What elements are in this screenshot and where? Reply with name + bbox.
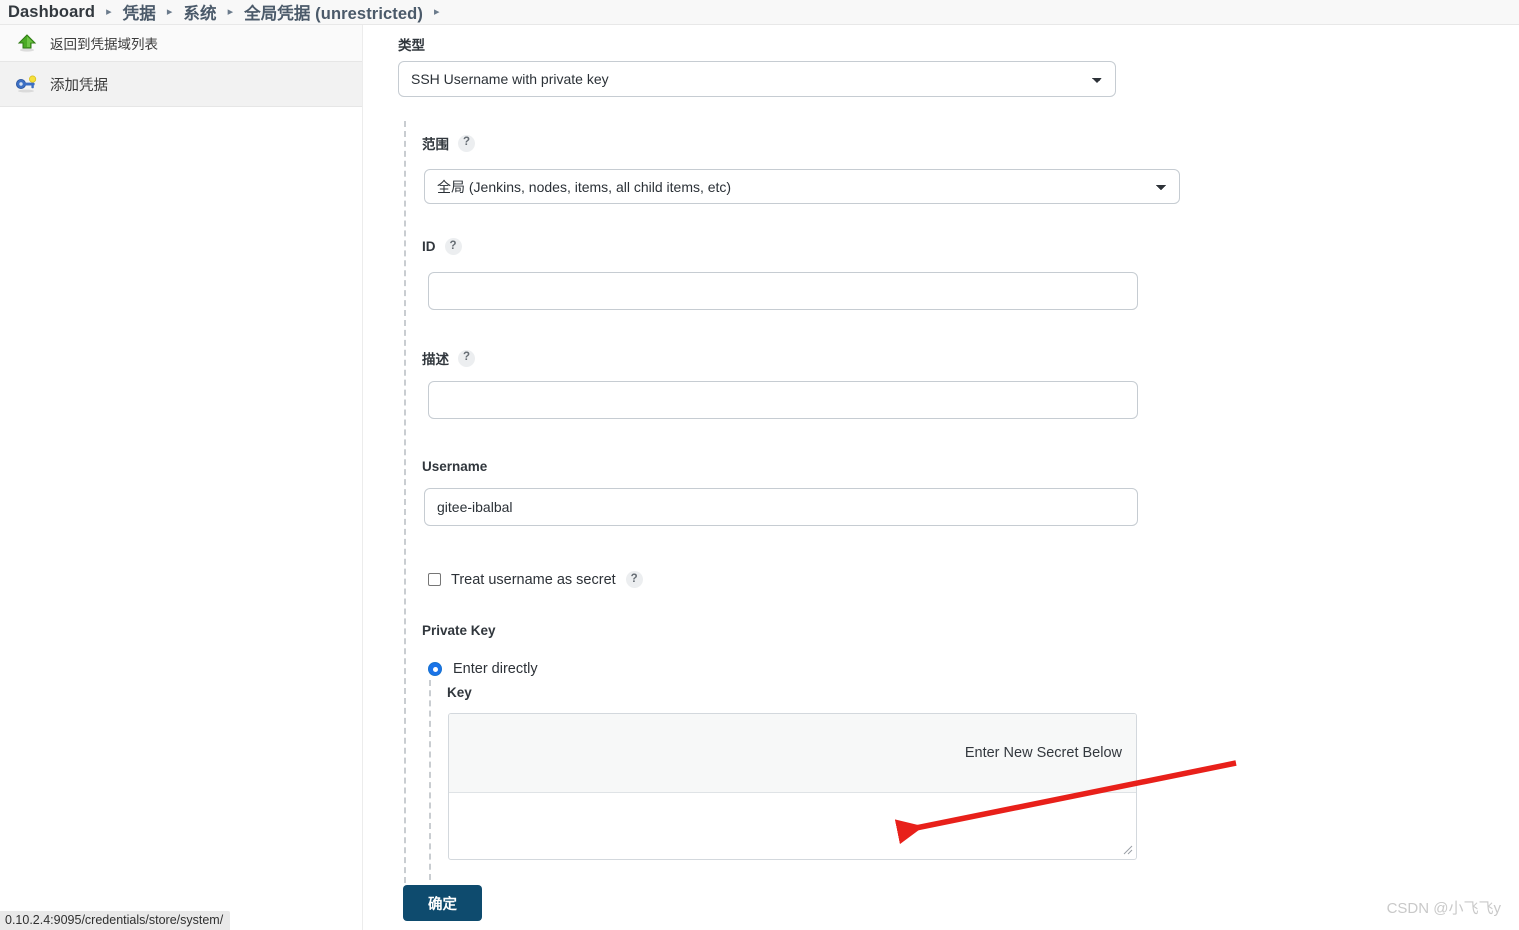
status-bar-url: 0.10.2.4:9095/credentials/store/system/ bbox=[5, 913, 224, 927]
treat-username-as-secret-checkbox[interactable] bbox=[428, 573, 441, 586]
scope-select[interactable]: 全局 (Jenkins, nodes, items, all child ite… bbox=[424, 169, 1180, 204]
submit-button[interactable]: 确定 bbox=[403, 885, 482, 921]
treat-username-as-secret-help-icon[interactable]: ? bbox=[625, 571, 643, 588]
scope-label: 范围 bbox=[422, 137, 449, 152]
type-label: 类型 bbox=[398, 38, 425, 53]
up-arrow-icon bbox=[14, 32, 40, 54]
enter-directly-label: Enter directly bbox=[453, 661, 538, 677]
username-label: Username bbox=[422, 459, 488, 474]
field-id: ID ? bbox=[422, 238, 1202, 310]
breadcrumb-item-global-credentials[interactable]: 全局凭据 (unrestricted) bbox=[244, 0, 423, 24]
key-secret-banner: Enter New Secret Below bbox=[449, 714, 1136, 793]
description-label: 描述 bbox=[422, 352, 449, 367]
radio-dot-icon bbox=[432, 666, 438, 672]
key-icon bbox=[14, 73, 40, 95]
key-textarea-wrapper bbox=[449, 793, 1136, 857]
key-label: Key bbox=[447, 685, 472, 700]
breadcrumb-item-credentials[interactable]: 凭据 bbox=[123, 0, 156, 24]
field-scope: 范围 ? 全局 (Jenkins, nodes, items, all chil… bbox=[422, 133, 1202, 204]
breadcrumb-separator-icon: ▸ bbox=[106, 5, 112, 18]
treat-username-as-secret-row[interactable]: Treat username as secret ? bbox=[428, 571, 643, 588]
sidebar-item-label: 返回到凭据域列表 bbox=[50, 37, 158, 52]
field-type: 类型 SSH Username with private key Usernam… bbox=[398, 34, 1118, 97]
key-textarea[interactable] bbox=[449, 793, 1136, 857]
enter-directly-radio[interactable] bbox=[428, 662, 442, 676]
form-guide-rail-outer bbox=[404, 121, 406, 893]
username-input[interactable] bbox=[424, 488, 1138, 526]
private-key-label: Private Key bbox=[422, 623, 496, 638]
breadcrumb-separator-icon: ▸ bbox=[166, 5, 173, 18]
breadcrumb-item-system[interactable]: 系统 bbox=[183, 0, 216, 24]
scope-help-icon[interactable]: ? bbox=[458, 134, 475, 152]
description-help-icon[interactable]: ? bbox=[458, 349, 475, 367]
sidebar-item-add-credentials[interactable]: 添加凭据 bbox=[0, 61, 362, 107]
breadcrumb-separator-trailing-icon[interactable]: ▸ bbox=[423, 5, 451, 18]
form-guide-rail-inner bbox=[429, 680, 431, 880]
field-description: 描述 ? bbox=[422, 348, 1202, 419]
sidebar-empty-area bbox=[0, 107, 362, 930]
breadcrumb-separator-icon: ▸ bbox=[227, 5, 234, 18]
sidebar: 返回到凭据域列表 添加凭据 bbox=[0, 25, 363, 930]
description-input[interactable] bbox=[428, 381, 1138, 419]
jenkins-credentials-page: Dashboard ▸ 凭据 ▸ 系统 ▸ 全局凭据 (unrestricted… bbox=[0, 0, 1519, 930]
id-help-icon[interactable]: ? bbox=[444, 238, 462, 255]
watermark: CSDN @小飞飞y bbox=[1386, 900, 1501, 917]
sidebar-item-label: 添加凭据 bbox=[50, 77, 108, 94]
key-field: Key bbox=[447, 685, 1147, 700]
private-key-section: Private Key bbox=[422, 623, 496, 638]
id-label-row: ID ? bbox=[422, 238, 1202, 255]
scope-label-row: 范围 ? bbox=[422, 133, 1202, 153]
breadcrumb: Dashboard ▸ 凭据 ▸ 系统 ▸ 全局凭据 (unrestricted… bbox=[0, 0, 1519, 25]
status-bar: 0.10.2.4:9095/credentials/store/system/ bbox=[0, 911, 231, 930]
description-label-row: 描述 ? bbox=[422, 348, 1202, 368]
sidebar-item-back-to-domain-list[interactable]: 返回到凭据域列表 bbox=[0, 25, 362, 61]
treat-username-as-secret-label: Treat username as secret bbox=[451, 571, 616, 588]
id-input[interactable] bbox=[428, 272, 1138, 310]
credentials-form: 类型 SSH Username with private key Usernam… bbox=[364, 25, 1519, 930]
enter-directly-row[interactable]: Enter directly bbox=[428, 661, 538, 677]
field-username: Username bbox=[422, 459, 1202, 526]
key-secret-widget: Enter New Secret Below bbox=[448, 713, 1137, 860]
id-label: ID bbox=[422, 239, 436, 254]
breadcrumb-item-dashboard[interactable]: Dashboard bbox=[8, 3, 95, 22]
type-select[interactable]: SSH Username with private key Username w… bbox=[398, 61, 1116, 97]
